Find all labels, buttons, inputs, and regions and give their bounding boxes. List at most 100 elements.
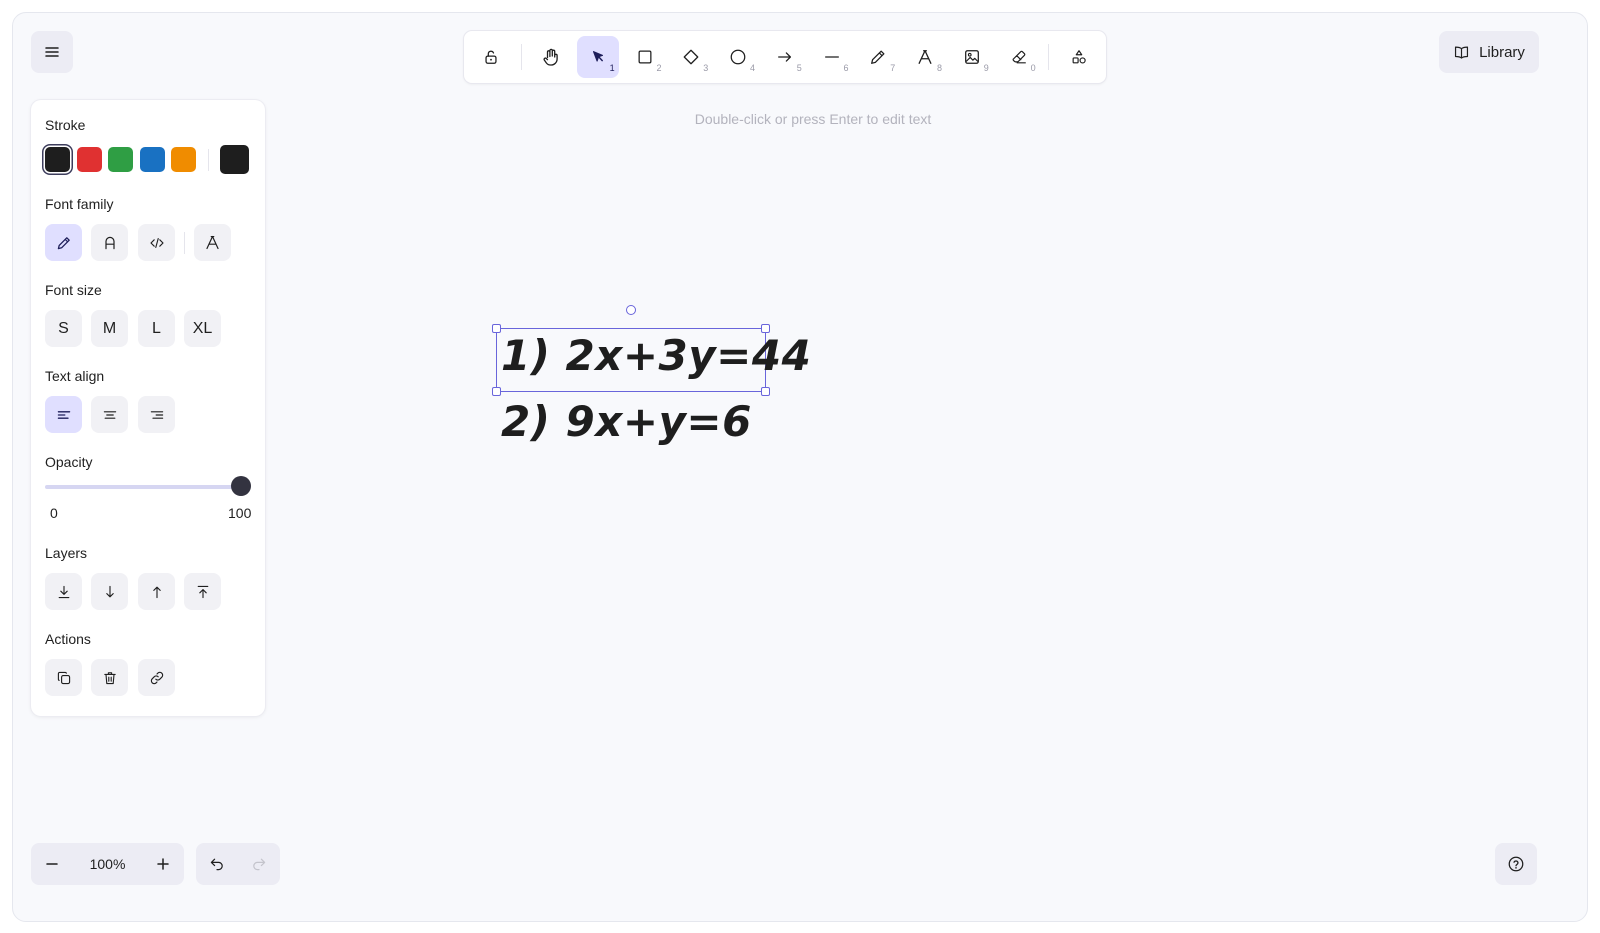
equation-text-2[interactable]: 2) 9x+y=6 xyxy=(501,397,752,446)
tool-shortcut-key: 4 xyxy=(749,63,755,73)
tool-shortcut-key: 6 xyxy=(843,63,849,73)
bring-to-front-button[interactable] xyxy=(184,573,221,610)
lock-icon xyxy=(485,50,497,64)
duplicate-button[interactable] xyxy=(45,659,82,696)
bring-forward-button[interactable] xyxy=(138,573,175,610)
resize-handle-nw[interactable] xyxy=(492,324,501,333)
font-size-xl-button[interactable]: XL xyxy=(184,310,221,347)
hand-icon xyxy=(543,48,558,66)
toolbar-divider xyxy=(1048,44,1050,70)
selection-tool-button[interactable]: 1 xyxy=(577,36,619,78)
stroke-color-black[interactable] xyxy=(45,147,70,172)
eraser-tool-button[interactable]: 0 xyxy=(998,36,1040,78)
line-icon xyxy=(824,56,839,58)
current-stroke-color[interactable] xyxy=(220,145,249,174)
stroke-color-green[interactable] xyxy=(108,147,133,172)
image-icon xyxy=(965,50,979,64)
zoom-out-button[interactable] xyxy=(31,843,73,885)
rectangle-tool-button[interactable]: 2 xyxy=(624,36,666,78)
opacity-slider-track[interactable] xyxy=(45,485,241,489)
pencil-icon xyxy=(871,50,885,64)
font-normal-icon xyxy=(104,236,115,249)
diamond-icon xyxy=(684,49,699,65)
draw-tool-button[interactable]: 7 xyxy=(858,36,900,78)
font-icon xyxy=(206,235,219,250)
font-size-title: Font size xyxy=(45,282,102,298)
font-family-title: Font family xyxy=(45,196,114,212)
font-picker-button[interactable] xyxy=(194,224,231,261)
main-menu-button[interactable] xyxy=(31,31,73,73)
align-left-button[interactable] xyxy=(45,396,82,433)
diamond-tool-button[interactable]: 3 xyxy=(671,36,713,78)
help-button[interactable] xyxy=(1495,843,1537,885)
lock-tool-button[interactable] xyxy=(471,36,513,78)
delete-button[interactable] xyxy=(91,659,128,696)
actions-title: Actions xyxy=(45,631,91,647)
properties-panel: Stroke Font family Font size S M L XL Te… xyxy=(31,100,265,716)
stroke-color-orange[interactable] xyxy=(171,147,196,172)
zoom-in-button[interactable] xyxy=(142,843,184,885)
undo-icon xyxy=(210,858,223,871)
code-icon xyxy=(149,237,164,248)
send-to-back-button[interactable] xyxy=(45,573,82,610)
line-tool-button[interactable]: 6 xyxy=(811,36,853,78)
arrow-up-icon xyxy=(152,586,161,598)
eraser-icon xyxy=(1012,50,1026,64)
align-center-button[interactable] xyxy=(91,396,128,433)
tool-shortcut-key: 3 xyxy=(703,63,709,73)
opacity-slider-thumb[interactable] xyxy=(231,476,251,496)
ellipse-tool-button[interactable]: 4 xyxy=(717,36,759,78)
pointer-icon xyxy=(592,51,603,62)
text-icon xyxy=(918,50,932,64)
more-shapes-button[interactable] xyxy=(1058,36,1100,78)
text-tool-button[interactable]: 8 xyxy=(904,36,946,78)
tool-shortcut-key: 0 xyxy=(1030,63,1036,73)
redo-icon xyxy=(253,858,266,871)
send-backward-button[interactable] xyxy=(91,573,128,610)
send-to-back-icon xyxy=(58,585,69,598)
align-right-icon xyxy=(150,410,163,419)
link-button[interactable] xyxy=(138,659,175,696)
hint-text: Double-click or press Enter to edit text xyxy=(694,111,932,127)
image-tool-button[interactable]: 9 xyxy=(951,36,993,78)
stroke-color-blue[interactable] xyxy=(140,147,165,172)
align-right-button[interactable] xyxy=(138,396,175,433)
undo-button[interactable] xyxy=(196,843,238,885)
font-size-medium-button[interactable]: M xyxy=(91,310,128,347)
font-code-button[interactable] xyxy=(138,224,175,261)
bring-to-front-icon xyxy=(197,585,208,598)
zoom-level[interactable]: 100% xyxy=(73,843,142,885)
arrow-icon xyxy=(778,52,791,62)
redo-button[interactable] xyxy=(238,843,280,885)
equation-text-1[interactable]: 1) 2x+3y=44 xyxy=(501,331,811,380)
ellipse-icon xyxy=(730,49,746,65)
tool-shortcut-key: 8 xyxy=(937,63,943,73)
book-icon xyxy=(1455,46,1469,59)
font-hand-drawn-button[interactable] xyxy=(45,224,82,261)
hand-tool-button[interactable] xyxy=(530,36,572,78)
resize-handle-se[interactable] xyxy=(761,387,770,396)
text-align-title: Text align xyxy=(45,368,105,384)
font-size-large-button[interactable]: L xyxy=(138,310,175,347)
stroke-color-red[interactable] xyxy=(77,147,102,172)
divider xyxy=(208,149,209,171)
rotation-handle[interactable] xyxy=(626,305,636,315)
font-size-small-button[interactable]: S xyxy=(45,310,82,347)
arrow-tool-button[interactable]: 5 xyxy=(764,36,806,78)
library-button[interactable]: Library xyxy=(1439,31,1539,73)
opacity-max-label: 100 xyxy=(228,505,252,521)
library-label: Library xyxy=(1479,43,1525,61)
duplicate-icon xyxy=(57,671,70,684)
trash-icon xyxy=(103,671,116,684)
pencil-icon xyxy=(57,236,70,249)
align-left-icon xyxy=(57,410,70,419)
font-normal-button[interactable] xyxy=(91,224,128,261)
tool-shortcut-key: 7 xyxy=(890,63,896,73)
zoom-controls: 100% xyxy=(31,843,184,885)
resize-handle-sw[interactable] xyxy=(492,387,501,396)
toolbar-divider xyxy=(520,44,522,70)
layers-title: Layers xyxy=(45,545,88,561)
align-center-icon xyxy=(103,410,116,419)
help-icon xyxy=(1508,856,1524,872)
arrow-down-icon xyxy=(105,585,114,597)
